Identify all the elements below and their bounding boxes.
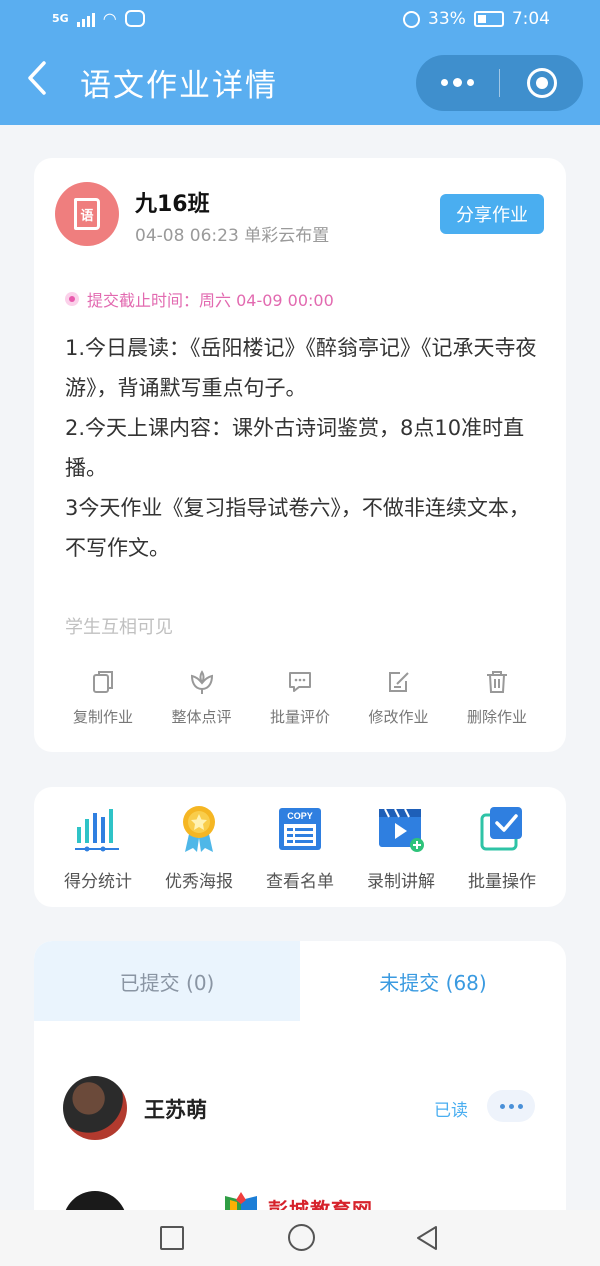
assignment-content: 1.今日晨读：《岳阳楼记》《醉翁亭记》《记承天寺夜游》，背诵默写重点句子。 2.… — [65, 328, 545, 568]
assignment-actions: 复制作业 整体点评 批量评价 修改作业 删除作业 — [54, 668, 546, 727]
action-label: 修改作业 — [368, 708, 429, 726]
student-name: 王苏萌 — [144, 1098, 207, 1122]
content-line: 2.今天上课内容：课外古诗词鉴赏，8点10准时直播。 — [65, 416, 525, 480]
tool-label: 查看名单 — [266, 872, 334, 892]
class-name: 九16班 — [135, 192, 210, 217]
copy-text: COPY — [287, 811, 313, 821]
status-bar: 5G ◠ 33% 7:04 — [0, 0, 600, 40]
view-list-button[interactable]: COPY 查看名单 — [250, 803, 350, 892]
book-char: 语 — [80, 208, 94, 224]
book-icon: 语 — [74, 198, 100, 230]
tab-not-submitted[interactable]: 未提交 (68) — [300, 941, 566, 1021]
batch-review-button[interactable]: 批量评价 — [251, 668, 349, 727]
more-button[interactable] — [416, 55, 499, 111]
share-button[interactable]: 分享作业 — [440, 194, 544, 234]
target-icon — [526, 68, 557, 98]
submission-tabs: 已提交 (0) 未提交 (68) — [34, 941, 566, 1021]
page-title: 语文作业详情 — [80, 68, 278, 104]
content-line: 1.今日晨读：《岳阳楼记》《醉翁亭记》《记承天寺夜游》，背诵默写重点句子。 — [65, 336, 537, 400]
mini-program-capsule — [416, 55, 583, 111]
action-label: 批量评价 — [269, 708, 330, 726]
copy-icon — [54, 668, 152, 696]
recent-apps-icon[interactable] — [160, 1226, 184, 1250]
bar-chart-icon — [48, 803, 148, 855]
overall-comment-button[interactable]: 整体点评 — [153, 668, 251, 727]
tools-card: 得分统计 优秀海报 COPY 查看名单 录制讲解 批量操作 — [34, 787, 566, 907]
assignment-card: 语 九16班 04-08 06:23 单彩云布置 分享作业 提交截止时间：周六 … — [34, 158, 566, 752]
edit-assignment-button[interactable]: 修改作业 — [350, 668, 448, 727]
copy-assignment-button[interactable]: 复制作业 — [54, 668, 152, 727]
back-icon[interactable] — [26, 60, 56, 100]
tool-label: 批量操作 — [468, 872, 536, 892]
back-nav-icon[interactable] — [414, 1224, 440, 1252]
student-row[interactable]: 王苏萌 已读 — [34, 1076, 566, 1140]
tab-submitted[interactable]: 已提交 (0) — [34, 941, 300, 1021]
poster-button[interactable]: 优秀海报 — [149, 803, 249, 892]
checklist-icon — [452, 803, 552, 855]
network-label: 5G — [52, 12, 69, 25]
deadline-text: 提交截止时间：周六 04-09 00:00 — [87, 291, 334, 310]
read-status: 已读 — [434, 1101, 468, 1121]
action-label: 复制作业 — [72, 708, 133, 726]
student-more-button[interactable] — [487, 1090, 535, 1122]
clock: 7:04 — [511, 9, 550, 29]
flower-icon — [153, 668, 251, 696]
score-stats-button[interactable]: 得分统计 — [48, 803, 148, 892]
content-line: 3今天作业《复习指导试卷六》，不做非连续文本，不写作文。 — [65, 496, 530, 560]
signal-icon — [76, 11, 95, 27]
tool-label: 优秀海报 — [165, 872, 233, 892]
deadline: 提交截止时间：周六 04-09 00:00 — [65, 287, 334, 311]
close-button[interactable] — [500, 55, 583, 111]
battery-percent: 33% — [428, 9, 466, 29]
edit-icon — [350, 668, 448, 696]
action-label: 整体点评 — [171, 708, 232, 726]
tool-label: 录制讲解 — [367, 872, 435, 892]
subject-avatar: 语 — [55, 182, 119, 246]
trash-icon — [448, 668, 546, 696]
system-nav-bar — [0, 1210, 600, 1266]
tool-label: 得分统计 — [64, 872, 132, 892]
wifi-icon: ◠ — [102, 9, 117, 28]
delete-assignment-button[interactable]: 删除作业 — [448, 668, 546, 727]
alarm-icon — [403, 10, 421, 28]
medal-icon — [149, 803, 249, 855]
avatar — [63, 1076, 127, 1140]
comment-icon — [251, 668, 349, 696]
home-icon[interactable] — [288, 1224, 315, 1251]
deadline-dot-icon — [65, 292, 79, 306]
chat-icon — [124, 10, 145, 27]
copy-list-icon: COPY — [250, 803, 350, 855]
more-dots-icon — [441, 78, 474, 87]
visibility-note: 学生互相可见 — [65, 617, 173, 638]
record-explain-button[interactable]: 录制讲解 — [351, 803, 451, 892]
battery-icon — [473, 11, 504, 27]
video-icon — [351, 803, 451, 855]
publish-info: 04-08 06:23 单彩云布置 — [135, 226, 330, 246]
action-label: 删除作业 — [466, 708, 527, 726]
batch-operate-button[interactable]: 批量操作 — [452, 803, 552, 892]
tools-row: 得分统计 优秀海报 COPY 查看名单 录制讲解 批量操作 — [48, 803, 552, 892]
app-header: 5G ◠ 33% 7:04 语文作业详情 — [0, 0, 600, 125]
